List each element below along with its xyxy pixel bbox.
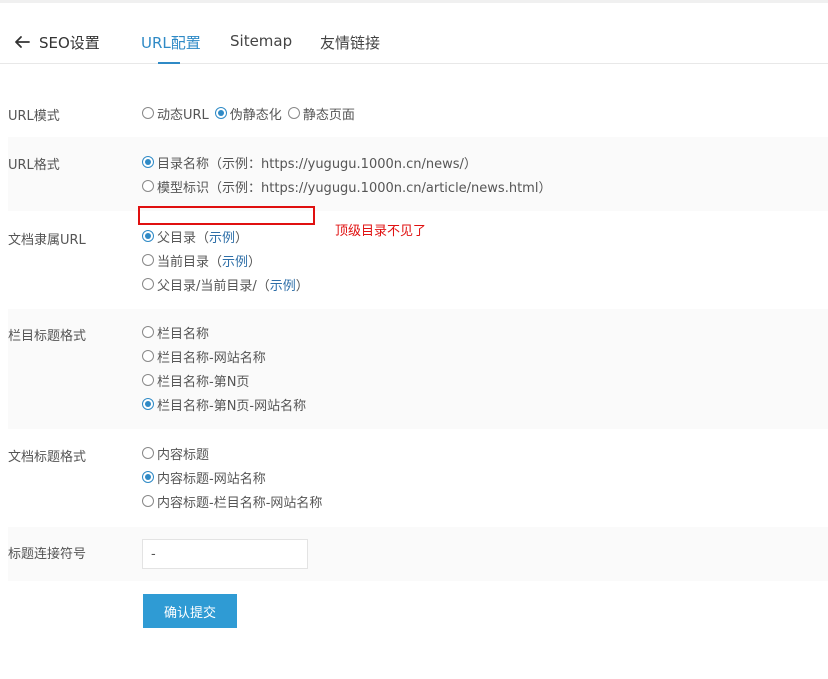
- radio-checked-icon[interactable]: [142, 398, 154, 410]
- radio-icon[interactable]: [142, 254, 154, 266]
- active-tab-indicator: [158, 62, 180, 64]
- example-url: https://yugugu.1000n.cn/news/: [261, 156, 464, 172]
- doc-url-option-parent-current[interactable]: 父目录/当前目录/ （示例）: [142, 275, 309, 294]
- radio-icon[interactable]: [142, 447, 154, 459]
- doc-url-option-current[interactable]: 当前目录 （示例）: [142, 251, 261, 270]
- row-column-title: 栏目标题格式 栏目名称 栏目名称-网站名称 栏目名称-第N页 栏目名称-第N页-…: [8, 309, 828, 429]
- doc-title-label: 文档标题格式: [8, 450, 87, 465]
- page-title: SEO设置: [39, 33, 100, 52]
- doc-url-option-parent[interactable]: 父目录 （示例）: [142, 227, 248, 246]
- url-mode-options: 动态URL 伪静态化 静态页面: [142, 104, 361, 123]
- radio-icon[interactable]: [142, 350, 154, 362]
- radio-icon[interactable]: [142, 278, 154, 290]
- radio-icon[interactable]: [142, 326, 154, 338]
- radio-checked-icon[interactable]: [214, 107, 227, 119]
- column-title-option-4[interactable]: 栏目名称-第N页-网站名称: [142, 395, 306, 414]
- radio-checked-icon[interactable]: [142, 471, 154, 483]
- example-link[interactable]: 示例: [209, 231, 235, 246]
- radio-checked-icon[interactable]: [142, 230, 154, 242]
- title-separator-label: 标题连接符号: [8, 547, 87, 562]
- example-link[interactable]: 示例: [270, 279, 296, 294]
- column-title-option-1[interactable]: 栏目名称: [142, 323, 209, 342]
- radio-icon[interactable]: [142, 180, 154, 192]
- radio-icon[interactable]: [142, 107, 154, 119]
- title-separator-input[interactable]: [142, 539, 308, 569]
- doc-title-option-3[interactable]: 内容标题-栏目名称-网站名称: [142, 492, 322, 511]
- tab-url-config[interactable]: URL配置: [141, 32, 201, 53]
- url-format-option-model[interactable]: 模型标识 （示例：https://yugugu.1000n.cn/article…: [142, 177, 551, 196]
- radio-checked-icon[interactable]: [142, 156, 154, 168]
- row-title-separator: 标题连接符号: [8, 527, 828, 581]
- doc-title-option-1[interactable]: 内容标题: [142, 444, 209, 463]
- url-format-option-directory[interactable]: 目录名称 （示例：https://yugugu.1000n.cn/news/）: [142, 153, 477, 172]
- submit-button[interactable]: 确认提交: [143, 594, 237, 628]
- back-button[interactable]: SEO设置: [14, 30, 100, 54]
- tab-sitemap[interactable]: Sitemap: [230, 32, 292, 50]
- url-format-label: URL格式: [8, 158, 60, 173]
- url-mode-option-dynamic[interactable]: 动态URL: [142, 104, 209, 123]
- top-divider: [0, 0, 828, 3]
- tab-friend-links[interactable]: 友情链接: [320, 32, 380, 53]
- annotation-box: [138, 206, 315, 225]
- row-url-format: URL格式 目录名称 （示例：https://yugugu.1000n.cn/n…: [8, 137, 828, 211]
- tab-bar: SEO设置 URL配置 Sitemap 友情链接: [0, 22, 828, 64]
- column-title-option-2[interactable]: 栏目名称-网站名称: [142, 347, 266, 366]
- url-mode-option-pseudo-static[interactable]: 伪静态化: [214, 104, 282, 123]
- arrow-left-icon: [15, 36, 30, 48]
- row-doc-title: 文档标题格式 内容标题 内容标题-网站名称 内容标题-栏目名称-网站名称: [8, 430, 828, 526]
- example-url: https://yugugu.1000n.cn/article/news.htm…: [261, 180, 539, 196]
- column-title-option-3[interactable]: 栏目名称-第N页: [142, 371, 249, 390]
- example-link[interactable]: 示例: [222, 255, 248, 270]
- doc-title-option-2[interactable]: 内容标题-网站名称: [142, 468, 266, 487]
- row-url-mode: URL模式 动态URL 伪静态化 静态页面: [8, 92, 828, 136]
- radio-icon[interactable]: [287, 107, 300, 119]
- radio-icon[interactable]: [142, 495, 154, 507]
- annotation-text: 顶级目录不见了: [335, 224, 427, 239]
- doc-url-label: 文档隶属URL: [8, 233, 86, 248]
- column-title-label: 栏目标题格式: [8, 329, 87, 344]
- url-mode-label: URL模式: [8, 109, 60, 124]
- url-mode-option-static[interactable]: 静态页面: [287, 104, 355, 123]
- radio-icon[interactable]: [142, 374, 154, 386]
